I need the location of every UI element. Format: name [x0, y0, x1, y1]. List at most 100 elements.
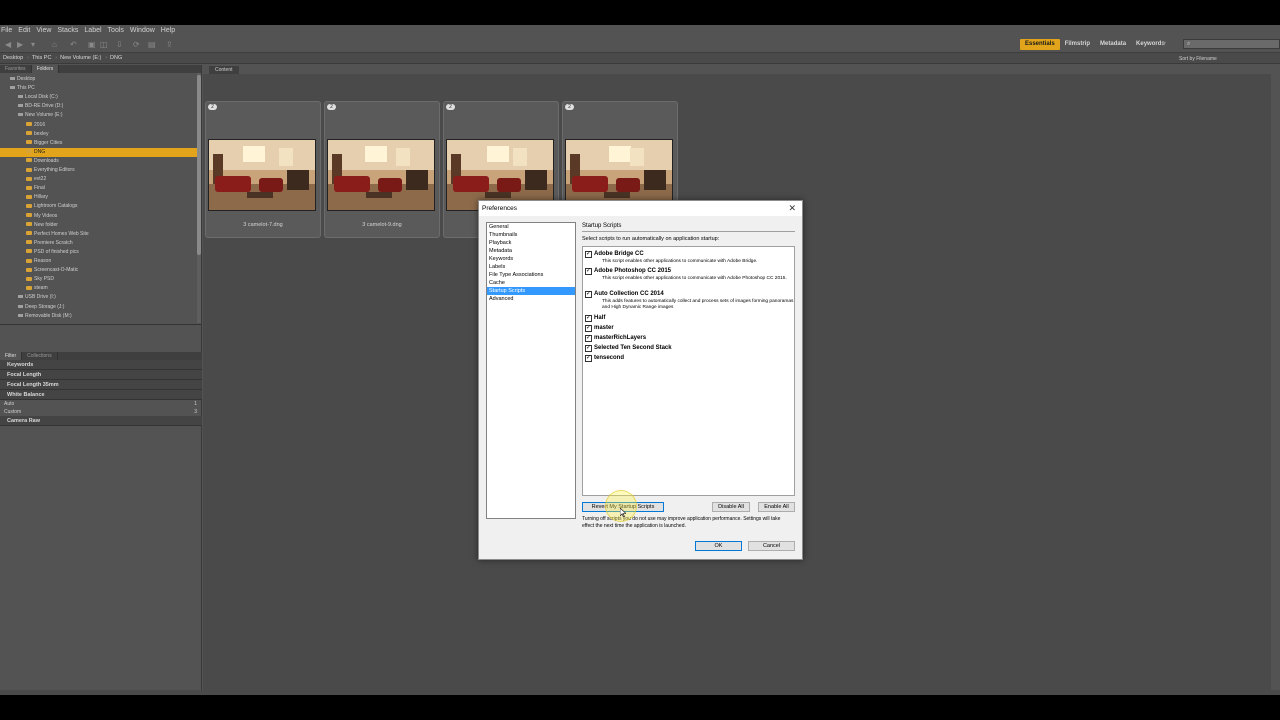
scrollbar-thumb[interactable]	[197, 75, 201, 255]
folder-tree-item[interactable]: Desktop	[0, 75, 197, 84]
recent-dropdown-icon[interactable]: ▾	[31, 40, 35, 49]
stack-count-badge[interactable]: 2	[327, 104, 336, 110]
tab-filter[interactable]: Filter	[0, 352, 23, 360]
folder-tree-item[interactable]: Lightroom Catalogs	[0, 202, 197, 211]
thumbnail-filename[interactable]: 3 camelot-9.dng	[325, 222, 439, 228]
workspace-metadata[interactable]: Metadata	[1095, 39, 1131, 50]
back-icon[interactable]: ◀	[5, 40, 11, 49]
category-general[interactable]: General	[487, 223, 575, 231]
folder-tree-item[interactable]: Bigger Cities	[0, 139, 197, 148]
sort-label[interactable]: Sort by Filename	[1179, 56, 1217, 62]
filter-row[interactable]: Auto 1	[0, 400, 202, 408]
folder-tree-item[interactable]: New Volume (E:)	[0, 111, 197, 120]
ok-button[interactable]: OK	[695, 541, 742, 551]
folder-tree-item[interactable]: bexley	[0, 130, 197, 139]
menu-edit[interactable]: Edit	[17, 27, 35, 34]
cancel-button[interactable]: Cancel	[748, 541, 795, 551]
revert-startup-scripts-button[interactable]: Revert My Startup Scripts	[582, 502, 664, 512]
folder-tree-item[interactable]: Everything Editors	[0, 166, 197, 175]
folder-tree-item[interactable]: DNG	[0, 147, 197, 157]
folder-tree-item[interactable]: BD-RE Drive (D:)	[0, 102, 197, 111]
folder-tree-item[interactable]: 2016	[0, 121, 197, 130]
filter-row[interactable]: Custom 3	[0, 408, 202, 416]
tab-collections[interactable]: Collections	[22, 352, 58, 360]
refine-icon[interactable]: ◫	[100, 40, 108, 49]
folder-tree-item[interactable]: This PC	[0, 84, 197, 93]
folder-tree-item[interactable]: Sky PSD	[0, 275, 197, 284]
reveal-recent-icon[interactable]: ↶	[70, 40, 77, 49]
folder-tree-item[interactable]: Local Disk (C:)	[0, 93, 197, 102]
photo-downloader-icon[interactable]: ⇩	[116, 40, 123, 49]
content-scrollbar[interactable]	[1271, 74, 1280, 695]
folder-tree-item[interactable]: Deep Storage (J:)	[0, 303, 197, 312]
thumbnail-image[interactable]	[327, 139, 435, 211]
workspace-filmstrip[interactable]: Filmstrip	[1060, 39, 1095, 50]
script-checkbox[interactable]: ✓	[585, 335, 592, 342]
menu-window[interactable]: Window	[129, 27, 160, 34]
folder-tree-item[interactable]: Premiere Scratch	[0, 239, 197, 248]
breadcrumb-item[interactable]: DNG	[107, 55, 126, 61]
category-playback[interactable]: Playback	[487, 239, 575, 247]
output-icon[interactable]: ⇪	[166, 40, 173, 49]
workspace-menu-icon[interactable]: ▾	[1162, 39, 1166, 48]
folder-tree-item[interactable]: Final	[0, 184, 197, 193]
script-checkbox[interactable]: ✓	[585, 251, 592, 258]
folder-tree-item[interactable]: My Videos	[0, 212, 197, 221]
thumbnail-cell[interactable]: 2 3 camelot-7.dng	[205, 101, 321, 238]
category-startup-scripts[interactable]: Startup Scripts	[487, 287, 575, 295]
camera-icon[interactable]: ▣	[88, 40, 96, 49]
folder-tree-item[interactable]: USB Drive (I:)	[0, 293, 197, 302]
tab-favorites[interactable]: Favorites	[0, 65, 32, 73]
workspace-essentials[interactable]: Essentials	[1020, 39, 1060, 50]
folder-tree-item[interactable]: Reason	[0, 257, 197, 266]
folder-tree-item[interactable]: evt22	[0, 175, 197, 184]
category-keywords[interactable]: Keywords	[487, 255, 575, 263]
category-file-type-associations[interactable]: File Type Associations	[487, 271, 575, 279]
menu-help[interactable]: Help	[160, 27, 180, 34]
folder-tree-item[interactable]: Perfect Homes Web Site	[0, 230, 197, 239]
script-checkbox[interactable]: ✓	[585, 355, 592, 362]
search-input[interactable]: ⌕	[1183, 39, 1280, 49]
category-thumbnails[interactable]: Thumbnails	[487, 231, 575, 239]
breadcrumb-item[interactable]: This PC	[29, 55, 56, 61]
category-cache[interactable]: Cache	[487, 279, 575, 287]
category-advanced[interactable]: Advanced	[487, 295, 575, 303]
filter-section-header[interactable]: Camera Raw	[0, 416, 202, 426]
folder-tree-item[interactable]: New folder	[0, 221, 197, 230]
breadcrumb-item[interactable]: New Volume (E:)	[57, 55, 105, 61]
menu-stacks[interactable]: Stacks	[56, 27, 83, 34]
parent-folder-icon[interactable]: ⌂	[52, 40, 57, 49]
thumbnail-filename[interactable]: 3 camelot-7.dng	[206, 222, 320, 228]
stack-count-badge[interactable]: 2	[208, 104, 217, 110]
menu-file[interactable]: File	[0, 27, 17, 34]
disable-all-button[interactable]: Disable All	[712, 502, 750, 512]
thumbnail-image[interactable]	[208, 139, 316, 211]
forward-icon[interactable]: ▶	[17, 40, 23, 49]
menu-tools[interactable]: Tools	[107, 27, 129, 34]
breadcrumb-item[interactable]: Desktop	[0, 55, 27, 61]
folder-tree-item[interactable]: Screencast-O-Matic	[0, 266, 197, 275]
menu-label[interactable]: Label	[83, 27, 106, 34]
category-labels[interactable]: Labels	[487, 263, 575, 271]
filter-section-header[interactable]: Keywords	[0, 360, 202, 370]
thumbnail-cell[interactable]: 2 3 camelot-9.dng	[324, 101, 440, 238]
filter-section-header[interactable]: Focal Length 35mm	[0, 380, 202, 390]
tab-content[interactable]: Content	[209, 66, 239, 74]
category-metadata[interactable]: Metadata	[487, 247, 575, 255]
menu-view[interactable]: View	[35, 27, 56, 34]
script-checkbox[interactable]: ✓	[585, 291, 592, 299]
folder-tree-scrollbar[interactable]	[197, 73, 201, 323]
tab-folders[interactable]: Folders	[31, 65, 60, 73]
folder-tree-item[interactable]: PSD of finished pics	[0, 248, 197, 257]
filter-section-header[interactable]: White Balance	[0, 390, 202, 400]
folder-tree-item[interactable]: Downloads	[0, 157, 197, 166]
folder-tree-item[interactable]: Hillary	[0, 193, 197, 202]
open-recent-icon[interactable]: ▤	[148, 40, 156, 49]
folder-tree-item[interactable]: steam	[0, 284, 197, 293]
stack-count-badge[interactable]: 2	[565, 104, 574, 110]
stack-count-badge[interactable]: 2	[446, 104, 455, 110]
script-checkbox[interactable]: ✓	[585, 345, 592, 352]
rotate-icon[interactable]: ⟳	[133, 40, 140, 49]
folder-tree-item[interactable]: Removable Disk (M:)	[0, 312, 197, 321]
close-icon[interactable]: ✕	[788, 203, 796, 213]
